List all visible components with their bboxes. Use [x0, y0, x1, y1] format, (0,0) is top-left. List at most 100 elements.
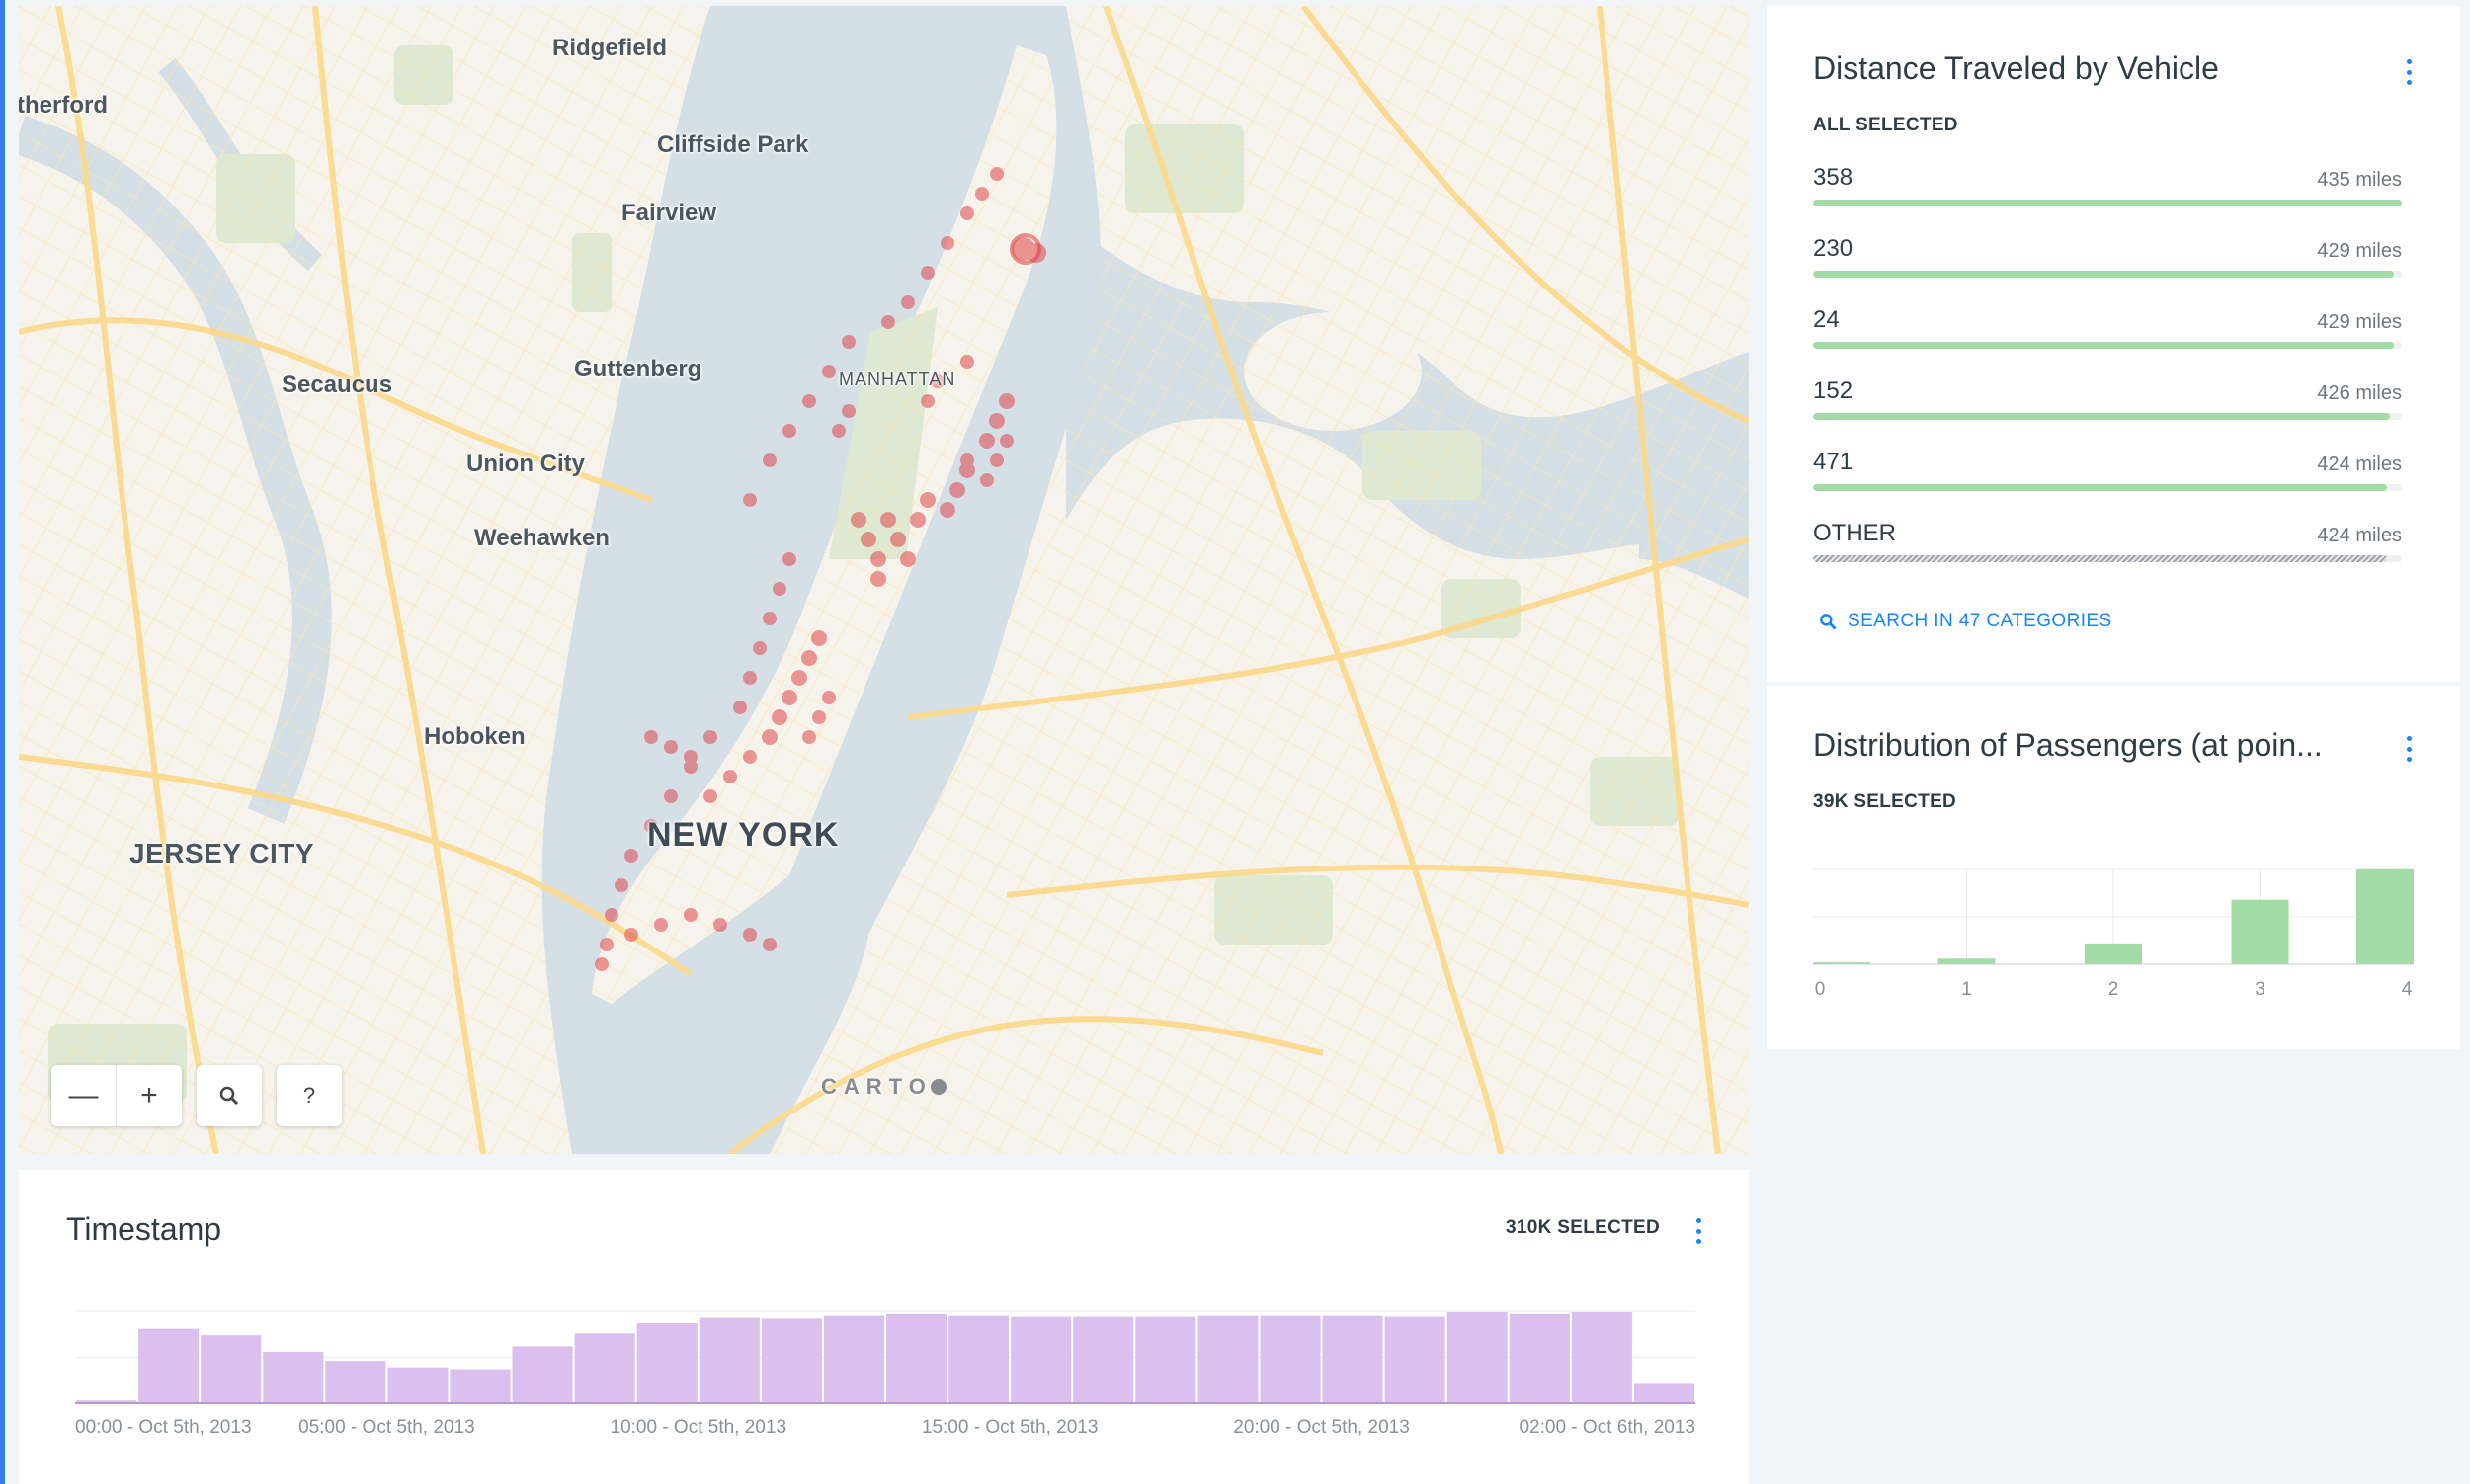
zoom-out-button[interactable]: —	[51, 1065, 117, 1126]
category-value: 426 miles	[2317, 382, 2402, 404]
histogram-bar	[823, 1315, 884, 1403]
timestamp-widget: Timestamp 310K SELECTED 00:00 - Oct 5th,…	[19, 1170, 1749, 1484]
passengers-histogram[interactable]: 0 1 2 3 4	[1767, 686, 2460, 1049]
histogram-bar	[1073, 1316, 1134, 1403]
category-bar	[1813, 271, 2394, 278]
histogram-bar	[387, 1367, 449, 1403]
category-name: 230	[1813, 235, 1853, 262]
category-value: 424 miles	[2317, 525, 2402, 546]
search-icon	[219, 1086, 239, 1106]
x-tick-label: 05:00 - Oct 5th, 2013	[298, 1417, 475, 1438]
histogram-bar	[886, 1313, 947, 1403]
histogram-bar	[1633, 1383, 1694, 1403]
histogram-bar	[2231, 899, 2289, 964]
category-row[interactable]: 152 426 miles	[1813, 377, 2402, 437]
category-bar	[1813, 413, 2390, 420]
place-label-guttenberg: Guttenberg	[574, 356, 702, 382]
map-controls: — + ?	[51, 1065, 342, 1126]
search-categories-label: SEARCH IN 47 CATEGORIES	[1848, 611, 2112, 631]
category-row-other[interactable]: OTHER 424 miles	[1813, 520, 2402, 579]
x-tick-label: 4	[2402, 979, 2413, 1000]
map[interactable]: therford Ridgefield Cliffside Park Fairv…	[19, 6, 1749, 1154]
histogram-bar	[325, 1361, 386, 1403]
x-tick-label: 3	[2255, 979, 2265, 1000]
category-value: 429 miles	[2317, 311, 2402, 333]
zoom-controls: — +	[51, 1065, 182, 1126]
x-tick-label: 0	[1815, 979, 1826, 1000]
place-label-new-york: NEW YORK	[647, 816, 840, 854]
selection-status: ALL SELECTED	[1813, 115, 1958, 135]
category-bar-track	[1813, 271, 2402, 278]
widget-menu-button[interactable]	[2399, 55, 2419, 89]
place-label-hoboken: Hoboken	[424, 723, 526, 750]
place-label-cliffside-park: Cliffside Park	[657, 131, 809, 158]
histogram-bar	[948, 1315, 1010, 1403]
category-row[interactable]: 230 429 miles	[1813, 235, 2402, 294]
histogram-bar	[1571, 1311, 1632, 1403]
category-bar-track	[1813, 342, 2402, 349]
category-name: 471	[1813, 449, 1853, 475]
category-bar-track	[1813, 555, 2402, 562]
histogram-bar	[450, 1369, 511, 1403]
category-name: 358	[1813, 164, 1853, 191]
histogram-bar	[636, 1323, 698, 1403]
place-label-rutherford: therford	[19, 92, 108, 119]
histogram-bar	[1197, 1315, 1259, 1403]
histogram-bar	[1322, 1315, 1383, 1403]
category-name: OTHER	[1813, 520, 1896, 546]
x-tick-label: 1	[1961, 979, 1972, 1000]
map-basemap	[19, 6, 1749, 1154]
histogram-bar	[138, 1328, 200, 1403]
category-bar-track	[1813, 200, 2402, 206]
histogram-bar	[1260, 1315, 1321, 1403]
x-tick-label: 00:00 - Oct 5th, 2013	[75, 1417, 252, 1438]
histogram-bar	[1384, 1316, 1445, 1403]
category-name: 152	[1813, 377, 1853, 404]
category-row[interactable]: 471 424 miles	[1813, 449, 2402, 508]
passengers-widget: Distribution of Passengers (at poin... 3…	[1767, 686, 2460, 1049]
vertical-dots-icon	[2406, 69, 2412, 75]
histogram-bar	[1011, 1316, 1072, 1403]
vertical-dots-icon	[2406, 59, 2412, 64]
histogram-bar	[2085, 943, 2142, 964]
widget-title: Distance Traveled by Vehicle	[1813, 50, 2219, 86]
zoom-in-button[interactable]: +	[117, 1065, 182, 1126]
category-value: 424 miles	[2317, 453, 2402, 475]
x-tick-label: 2	[2108, 979, 2119, 1000]
carto-logo-dot-icon	[930, 1079, 947, 1095]
place-label-secaucus: Secaucus	[282, 371, 393, 398]
search-control	[197, 1065, 262, 1126]
histogram-bar	[1446, 1311, 1508, 1403]
place-label-ridgefield: Ridgefield	[552, 35, 668, 61]
category-value: 435 miles	[2317, 169, 2402, 191]
distance-widget: Distance Traveled by Vehicle ALL SELECTE…	[1767, 6, 2460, 682]
place-label-union-city: Union City	[466, 451, 585, 477]
place-label-fairview: Fairview	[621, 200, 717, 226]
map-search-button[interactable]	[197, 1065, 262, 1126]
help-button[interactable]: ?	[277, 1065, 342, 1126]
category-bar-track	[1813, 413, 2402, 420]
histogram-bar	[512, 1346, 573, 1403]
histogram-bar	[201, 1335, 262, 1403]
histogram-bar	[263, 1351, 324, 1403]
category-bar	[1813, 555, 2387, 562]
category-name: 24	[1813, 306, 1840, 333]
place-label-weehawken: Weehawken	[474, 525, 610, 551]
place-label-jersey-city: JERSEY CITY	[129, 838, 315, 868]
histogram-bar	[574, 1333, 635, 1403]
category-bar-track	[1813, 484, 2402, 491]
category-bar	[1813, 484, 2387, 491]
histogram-bar	[2356, 869, 2414, 964]
category-bar	[1813, 342, 2394, 349]
search-categories-link[interactable]: SEARCH IN 47 CATEGORIES	[1818, 611, 2112, 632]
carto-attribution[interactable]: CARTO	[821, 1074, 947, 1100]
x-tick-label: 02:00 - Oct 6th, 2013	[1519, 1417, 1695, 1438]
place-label-manhattan: MANHATTAN	[839, 370, 956, 389]
histogram-bar	[1937, 958, 1996, 964]
category-row[interactable]: 358 435 miles	[1813, 164, 2402, 223]
category-row[interactable]: 24 429 miles	[1813, 306, 2402, 366]
category-bar	[1813, 200, 2402, 206]
app-left-edge	[0, 0, 5, 1484]
x-tick-label: 20:00 - Oct 5th, 2013	[1233, 1417, 1410, 1438]
timestamp-histogram[interactable]: 00:00 - Oct 5th, 2013 05:00 - Oct 5th, 20…	[19, 1170, 1749, 1484]
